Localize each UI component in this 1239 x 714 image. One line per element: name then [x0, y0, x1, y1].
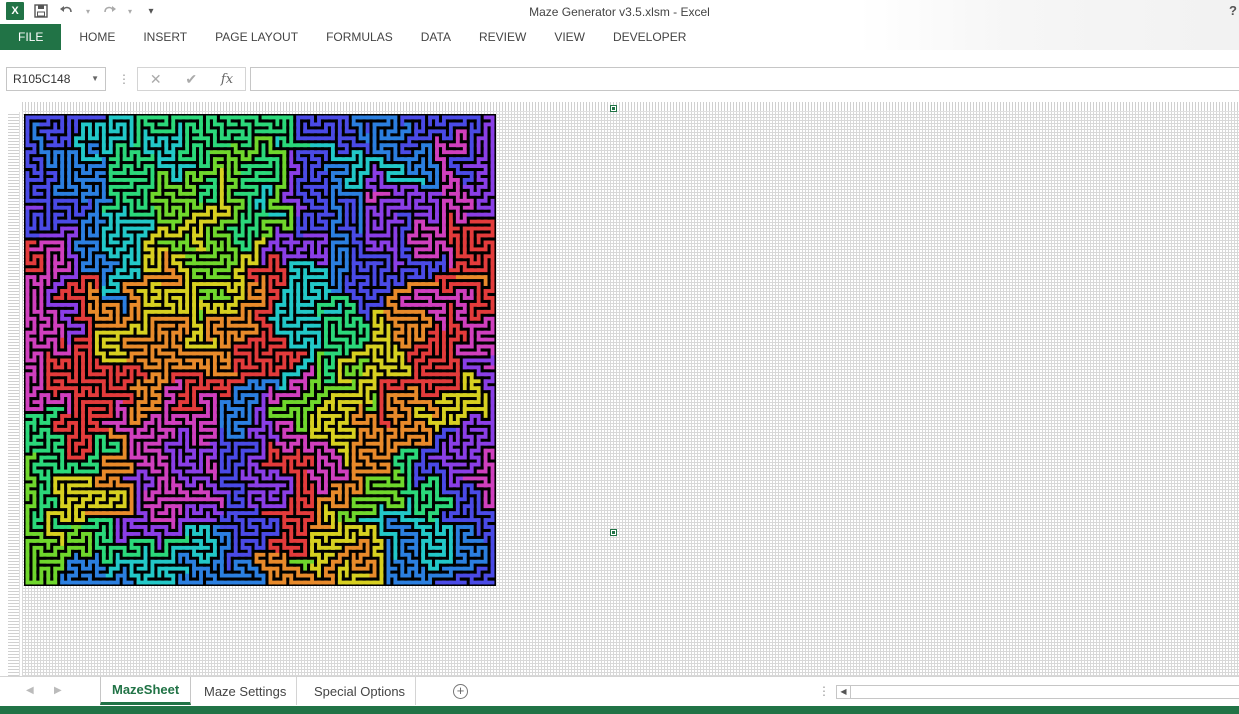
- tab-insert[interactable]: INSERT: [129, 24, 201, 50]
- worksheet: [0, 102, 1239, 676]
- name-box[interactable]: R105C148 ▼: [6, 67, 106, 91]
- sheet-tab-mazesheet[interactable]: MazeSheet: [100, 677, 192, 705]
- tab-split-handle[interactable]: ⋮: [818, 684, 830, 698]
- sheet-tab-maze-settings[interactable]: Maze Settings: [194, 677, 298, 705]
- tab-page-layout[interactable]: PAGE LAYOUT: [201, 24, 312, 50]
- selection-handle-top[interactable]: [610, 105, 617, 112]
- maze-image[interactable]: [24, 114, 496, 586]
- insert-function-icon[interactable]: fx: [221, 72, 233, 87]
- tab-home[interactable]: HOME: [65, 24, 129, 50]
- tab-formulas[interactable]: FORMULAS: [312, 24, 407, 50]
- row-headers[interactable]: [8, 112, 20, 676]
- title-bar: X ▾ ▾ ▾ Maze Generator v3.5.xlsm - Excel…: [0, 0, 1239, 50]
- tab-file[interactable]: FILE: [0, 24, 62, 50]
- scroll-left-icon[interactable]: ◀: [837, 686, 851, 698]
- sheet-tab-bar: ◀ ▶ MazeSheet Maze Settings Special Opti…: [0, 676, 1239, 706]
- maze-paths: [25, 115, 495, 585]
- chevron-down-icon[interactable]: ▼: [91, 74, 99, 83]
- tab-review[interactable]: REVIEW: [465, 24, 540, 50]
- tab-view[interactable]: VIEW: [540, 24, 599, 50]
- formula-bar: R105C148 ▼ ⋮ ✕ ✔ fx: [0, 66, 1239, 94]
- ribbon-tabs: FILE HOME INSERT PAGE LAYOUT FORMULAS DA…: [0, 24, 1239, 50]
- next-sheet-icon[interactable]: ▶: [54, 685, 62, 696]
- sheet-tab-special-options[interactable]: Special Options: [304, 677, 417, 705]
- excel-window: X ▾ ▾ ▾ Maze Generator v3.5.xlsm - Excel…: [0, 0, 1239, 714]
- column-headers[interactable]: [22, 102, 1239, 112]
- formula-input[interactable]: [250, 67, 1239, 91]
- horizontal-scrollbar[interactable]: ◀: [836, 685, 1239, 699]
- enter-icon[interactable]: ✔: [185, 71, 197, 88]
- tab-data[interactable]: DATA: [407, 24, 465, 50]
- maze-svg: [25, 115, 495, 585]
- name-box-value: R105C148: [13, 72, 71, 86]
- cancel-icon[interactable]: ✕: [150, 71, 162, 88]
- status-bar: [0, 706, 1239, 714]
- formula-buttons: ✕ ✔ fx: [137, 67, 246, 91]
- prev-sheet-icon[interactable]: ◀: [26, 685, 34, 696]
- help-button[interactable]: ?: [1229, 3, 1237, 18]
- tab-developer[interactable]: DEVELOPER: [599, 24, 700, 50]
- formula-bar-resize-handle[interactable]: ⋮: [118, 72, 130, 86]
- selection-handle-bottom[interactable]: [610, 529, 617, 536]
- window-title: Maze Generator v3.5.xlsm - Excel: [529, 5, 710, 19]
- add-sheet-button[interactable]: +: [453, 684, 468, 699]
